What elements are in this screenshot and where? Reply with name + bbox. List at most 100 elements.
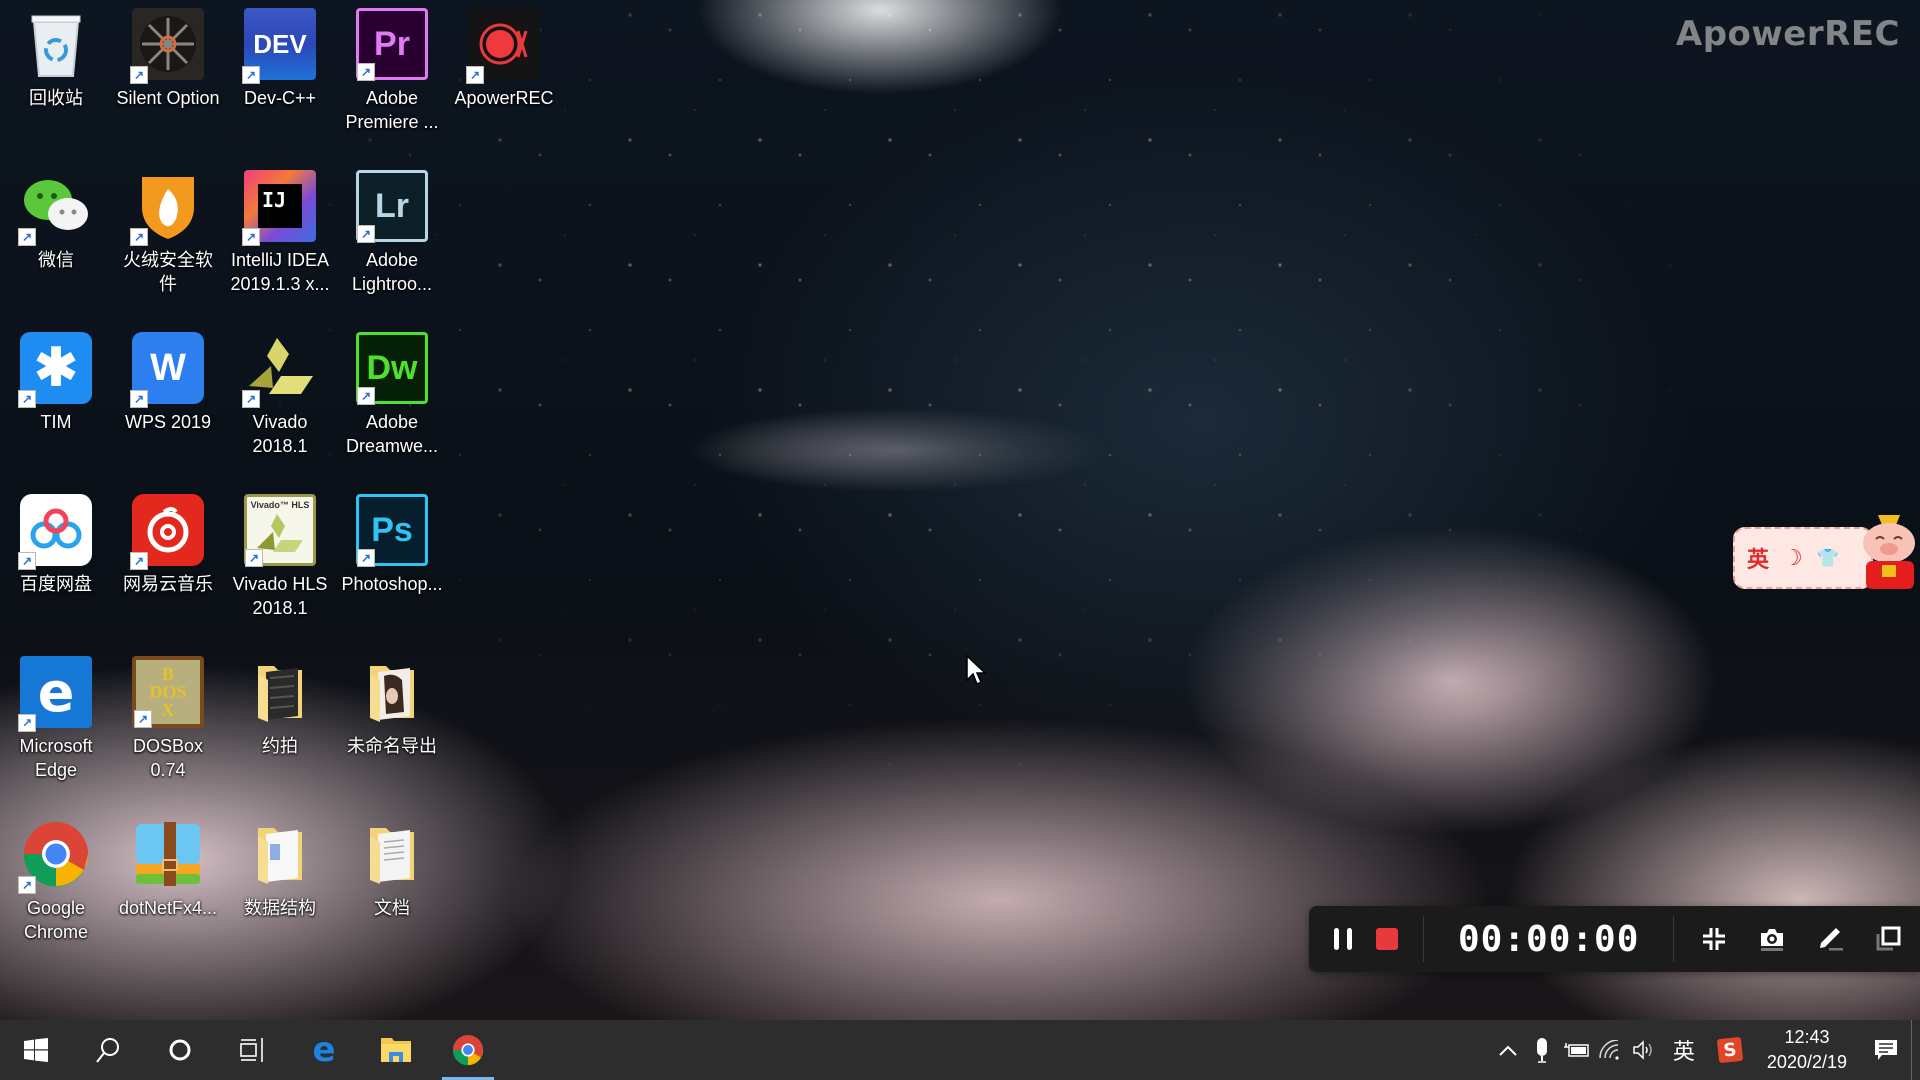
search-button[interactable] bbox=[72, 1020, 144, 1080]
desktop-icon-folder-export[interactable]: 未命名导出 bbox=[340, 656, 444, 758]
desktop-icon-premiere[interactable]: Pr ↗ Adobe Premiere ... bbox=[340, 8, 444, 134]
desktop-icon-vivado-hls[interactable]: Vivado™ HLS ↗ Vivado HLS 2018.1 bbox=[228, 494, 332, 620]
desktop-icon-label: Vivado HLS 2018.1 bbox=[232, 574, 328, 618]
ime-language-toggle[interactable]: 英 bbox=[1747, 542, 1769, 574]
desktop-icon-lightroom[interactable]: Lr ↗ Adobe Lightroo... bbox=[340, 170, 444, 296]
desktop-icon-label: Adobe Premiere ... bbox=[345, 88, 439, 132]
chrome-icon: ↗ bbox=[18, 818, 92, 894]
ime-pig-mascot-icon bbox=[1863, 515, 1915, 589]
battery-tray-button[interactable] bbox=[1559, 1020, 1593, 1080]
desktop-icon-label: TIM bbox=[40, 412, 72, 432]
ime-status-pill[interactable]: 英 ☽ 👕 bbox=[1733, 527, 1873, 589]
taskbar: e 英 S 12:43 2020/2/19 bbox=[0, 1020, 1920, 1080]
photoshop-icon: Ps ↗ bbox=[356, 494, 428, 567]
wechat-icon: ↗ bbox=[18, 170, 92, 246]
file-explorer-icon bbox=[381, 1038, 411, 1062]
pause-button[interactable] bbox=[1321, 917, 1365, 961]
stop-icon bbox=[1376, 928, 1398, 950]
taskbar-chrome-button[interactable] bbox=[432, 1020, 504, 1080]
desktop-icon-label: Microsoft Edge bbox=[19, 736, 93, 780]
shortcut-arrow-icon: ↗ bbox=[357, 549, 375, 567]
window-mode-button[interactable] bbox=[1866, 917, 1910, 961]
desktop-icon-label: 数据结构 bbox=[244, 898, 316, 918]
desktop-icon-label: WPS 2019 bbox=[124, 412, 212, 432]
taskbar-clock[interactable]: 12:43 2020/2/19 bbox=[1753, 1020, 1861, 1080]
dosbox-icon: B DOS X ↗ bbox=[132, 656, 204, 728]
sogou-ime-tray-button[interactable]: S bbox=[1707, 1020, 1753, 1080]
desktop-icon-label: 回收站 bbox=[29, 88, 83, 108]
desktop-icon-photoshop[interactable]: Ps ↗ Photoshop... bbox=[340, 494, 444, 596]
screenshot-button[interactable] bbox=[1750, 917, 1794, 961]
desktop-icon-tim[interactable]: ✱ ↗ TIM bbox=[4, 332, 108, 434]
desktop-icon-dosbox[interactable]: B DOS X ↗ DOSBox 0.74 bbox=[116, 656, 220, 782]
start-button[interactable] bbox=[0, 1020, 72, 1080]
microphone-tray-button[interactable] bbox=[1525, 1020, 1559, 1080]
collapse-arrows-icon bbox=[1703, 928, 1726, 950]
pause-icon bbox=[1334, 928, 1352, 950]
cortana-button[interactable] bbox=[144, 1020, 216, 1080]
shortcut-arrow-icon: ↗ bbox=[242, 228, 260, 246]
show-desktop-button[interactable] bbox=[1911, 1020, 1920, 1080]
taskbar-file-explorer-button[interactable] bbox=[360, 1020, 432, 1080]
desktop-icon-folder-yuepai[interactable]: 约拍 bbox=[228, 656, 332, 758]
desktop-icon-edge[interactable]: e ↗ Microsoft Edge bbox=[4, 656, 108, 782]
ime-floating-bar[interactable]: 英 ☽ 👕 bbox=[1733, 515, 1920, 589]
action-center-button[interactable] bbox=[1861, 1020, 1911, 1080]
pen-icon bbox=[1820, 928, 1844, 951]
silent-option-icon: ↗ bbox=[130, 8, 204, 84]
shortcut-arrow-icon: ↗ bbox=[18, 390, 36, 408]
camera-icon bbox=[1761, 929, 1784, 951]
desktop-icon-wechat[interactable]: ↗ 微信 bbox=[4, 170, 108, 272]
network-tray-button[interactable] bbox=[1593, 1020, 1627, 1080]
desktop-icon-folder-data-structures[interactable]: 数据结构 bbox=[228, 818, 332, 920]
desktop-icon-label: Google Chrome bbox=[23, 898, 89, 942]
chevron-up-icon bbox=[1499, 1045, 1517, 1056]
recorder-toolbar: 00:00:00 bbox=[1309, 906, 1920, 972]
desktop-icon-silent-option[interactable]: ↗ Silent Option bbox=[116, 8, 220, 110]
folder-icon bbox=[356, 818, 428, 890]
taskbar-edge-button[interactable]: e bbox=[288, 1020, 360, 1080]
clock-time: 12:43 bbox=[1784, 1027, 1830, 1047]
shortcut-arrow-icon: ↗ bbox=[357, 387, 375, 405]
shortcut-arrow-icon: ↗ bbox=[130, 390, 148, 408]
netease-music-icon: ↗ bbox=[130, 494, 204, 570]
desktop-icon-label: 网易云音乐 bbox=[123, 574, 213, 594]
input-language-indicator[interactable]: 英 bbox=[1661, 1020, 1707, 1080]
recycle-bin-icon bbox=[20, 8, 92, 80]
ime-punctuation-moon-icon[interactable]: ☽ bbox=[1783, 546, 1803, 571]
shortcut-arrow-icon: ↗ bbox=[242, 390, 260, 408]
desktop-icon-devcpp[interactable]: DEV ↗ Dev-C++ bbox=[228, 8, 332, 110]
desktop-icon-dreamweaver[interactable]: Dw ↗ Adobe Dreamwe... bbox=[340, 332, 444, 458]
huorong-icon: ↗ bbox=[130, 170, 204, 246]
stop-button[interactable] bbox=[1365, 917, 1409, 961]
desktop-icon-recycle-bin[interactable]: 回收站 bbox=[4, 8, 108, 110]
ime-skin-shirt-icon[interactable]: 👕 bbox=[1817, 548, 1839, 569]
desktop-icon-wps[interactable]: W ↗ WPS 2019 bbox=[116, 332, 220, 434]
desktop-icon-label: Dev-C++ bbox=[243, 88, 317, 108]
window-restore-icon bbox=[1876, 926, 1901, 951]
desktop-icon-vivado[interactable]: ↗ Vivado 2018.1 bbox=[228, 332, 332, 458]
devcpp-icon: DEV ↗ bbox=[242, 8, 316, 84]
desktop-icon-label: 百度网盘 bbox=[20, 574, 92, 594]
desktop-icon-baidu-netdisk[interactable]: ↗ 百度网盘 bbox=[4, 494, 108, 596]
search-icon bbox=[96, 1038, 119, 1063]
shortcut-arrow-icon: ↗ bbox=[466, 66, 484, 84]
premiere-icon: Pr ↗ bbox=[356, 8, 428, 81]
shortcut-arrow-icon: ↗ bbox=[357, 225, 375, 243]
desktop-icon-netease-music[interactable]: ↗ 网易云音乐 bbox=[116, 494, 220, 596]
desktop-icon-intellij[interactable]: IJ ↗ IntelliJ IDEA 2019.1.3 x... bbox=[228, 170, 332, 296]
wps-icon: W ↗ bbox=[130, 332, 204, 408]
desktop-icon-dotnetfx[interactable]: dotNetFx4... bbox=[116, 818, 220, 920]
intellij-icon: IJ ↗ bbox=[242, 170, 316, 246]
desktop-icon-chrome[interactable]: ↗ Google Chrome bbox=[4, 818, 108, 944]
desktop-icon-huorong[interactable]: ↗ 火绒安全软件 bbox=[116, 170, 220, 296]
annotate-button[interactable] bbox=[1808, 917, 1852, 961]
shrink-toolbar-button[interactable] bbox=[1692, 917, 1736, 961]
volume-tray-button[interactable] bbox=[1627, 1020, 1661, 1080]
task-view-button[interactable] bbox=[216, 1020, 288, 1080]
desktop-icon-apowerrec[interactable]: ↗ ApowerREC bbox=[452, 8, 556, 110]
show-hidden-icons-button[interactable] bbox=[1491, 1020, 1525, 1080]
shortcut-arrow-icon: ↗ bbox=[130, 552, 148, 570]
desktop-icon-label: Adobe Lightroo... bbox=[351, 250, 433, 294]
desktop-icon-folder-documents[interactable]: 文档 bbox=[340, 818, 444, 920]
